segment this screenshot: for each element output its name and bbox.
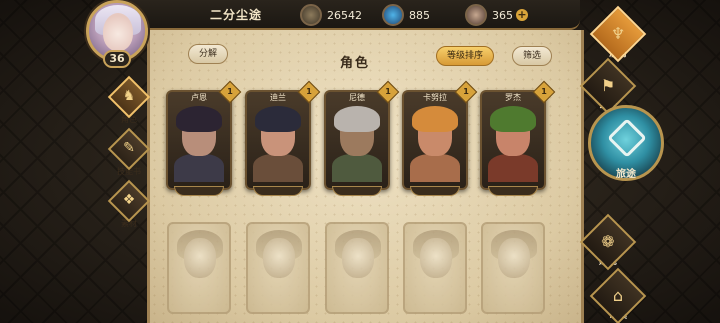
portrait-hair xyxy=(490,106,536,132)
locked-hero-card[interactable] xyxy=(403,222,467,314)
side-nav-characters[interactable]: ♞ 角色 xyxy=(107,75,151,130)
add-stone-icon[interactable]: + xyxy=(516,9,528,21)
codex-button[interactable]: ♆ 滴册 xyxy=(589,5,647,63)
coin-icon xyxy=(300,4,322,26)
side-nav-skillbooks[interactable]: ✎ 技能书 xyxy=(107,127,151,182)
material-icon: ❖ xyxy=(122,192,136,208)
talent-button[interactable]: ❁ 赋虎 xyxy=(579,213,637,271)
portrait-hair xyxy=(334,106,380,132)
locked-hero-card[interactable] xyxy=(246,222,310,314)
portrait-body xyxy=(488,154,538,182)
guild-icon: ⚑ xyxy=(600,76,616,95)
ghost-face xyxy=(498,238,530,278)
side-nav-materials[interactable]: ❖ 素材 xyxy=(107,179,151,234)
character-icon: ♞ xyxy=(122,88,136,104)
side-nav: ♞ 角色 ✎ 技能书 ❖ 素材 xyxy=(107,75,151,238)
card-base xyxy=(488,186,538,196)
sort-by-level-button[interactable]: 等级排序 xyxy=(436,46,495,66)
hero-card[interactable]: 卡努拉 1 xyxy=(402,80,478,196)
section-title: 角色 xyxy=(340,56,371,71)
portrait-body xyxy=(410,154,460,182)
portrait-body xyxy=(332,154,382,182)
hero-card[interactable]: 迪兰 1 xyxy=(245,80,321,196)
player-name: 二分尘途 xyxy=(210,8,263,22)
gold-resource[interactable]: 26542 xyxy=(300,3,362,27)
locked-hero-card[interactable] xyxy=(325,222,389,314)
market-icon: ⌂ xyxy=(612,286,624,305)
hero-portrait xyxy=(249,102,307,182)
hero-level: 1 xyxy=(385,87,391,96)
portrait-hair xyxy=(255,106,301,132)
locked-hero-card[interactable] xyxy=(167,222,231,314)
hero-portrait xyxy=(170,102,228,182)
ghost-face xyxy=(263,238,295,278)
hero-level: 1 xyxy=(227,87,233,96)
game-screen: 二分尘途 26542 885 365 + 36 ♞ 角色 ✎ 技能书 ❖ 素材 … xyxy=(0,0,720,323)
gem-icon xyxy=(382,4,404,26)
codex-icon: ♆ xyxy=(610,24,626,43)
portrait-body xyxy=(174,154,224,182)
ghost-face xyxy=(420,238,452,278)
filter-button[interactable]: 筛选 xyxy=(512,46,553,66)
card-base xyxy=(332,186,382,196)
book-icon: ✎ xyxy=(123,140,135,156)
market-button[interactable]: ⌂ 市集 xyxy=(589,267,647,323)
hero-card[interactable]: 尼德 1 xyxy=(324,80,400,196)
hero-portrait xyxy=(328,102,386,182)
gem-resource[interactable]: 885 xyxy=(382,3,430,27)
hero-level: 1 xyxy=(541,87,547,96)
hero-card[interactable]: 罗杰 1 xyxy=(480,80,556,196)
decompose-button[interactable]: 分解 xyxy=(188,44,229,64)
hero-level: 1 xyxy=(463,87,469,96)
stone-resource[interactable]: 365 + xyxy=(465,3,528,27)
avatar-face xyxy=(103,13,133,51)
player-level-badge: 36 xyxy=(103,50,131,68)
portrait-body xyxy=(253,154,303,182)
hero-portrait xyxy=(406,102,464,182)
top-bar: 二分尘途 26542 885 365 + xyxy=(130,0,580,30)
hero-level: 1 xyxy=(306,87,312,96)
card-base xyxy=(410,186,460,196)
hero-portrait xyxy=(484,102,542,182)
hero-card[interactable]: 卢恩 1 xyxy=(166,80,242,196)
portrait-hair xyxy=(412,106,458,132)
gem-amount: 885 xyxy=(409,8,430,22)
card-base xyxy=(174,186,224,196)
compass-icon xyxy=(607,118,647,158)
ghost-face xyxy=(342,238,374,278)
gold-amount: 26542 xyxy=(327,8,362,22)
stone-amount: 365 xyxy=(492,8,513,22)
card-base xyxy=(253,186,303,196)
talent-icon: ❁ xyxy=(601,232,615,251)
portrait-hair xyxy=(176,106,222,132)
journey-label: 旅途 xyxy=(616,169,636,180)
locked-hero-card[interactable] xyxy=(481,222,545,314)
ghost-face xyxy=(184,238,216,278)
stone-icon xyxy=(465,4,487,26)
journey-button[interactable]: 旅途 xyxy=(588,105,664,181)
